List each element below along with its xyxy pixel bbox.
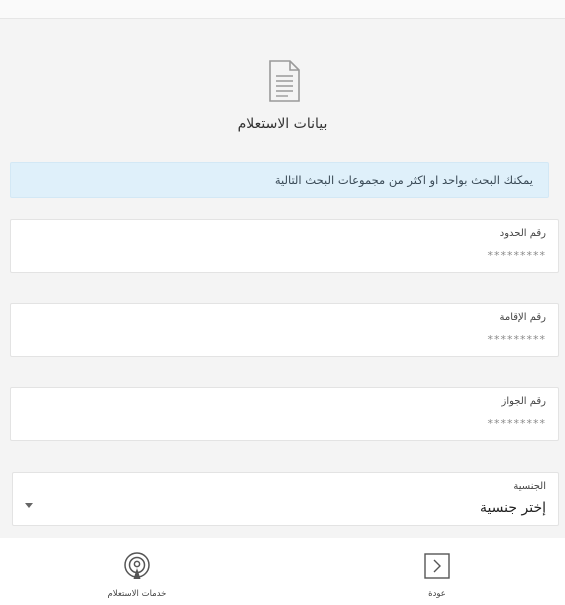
nationality-label: الجنسية [513, 481, 546, 492]
bottom-nav: خدمات الاستعلام عودة [0, 538, 565, 605]
passport-number-label: رقم الجواز [501, 396, 547, 407]
document-icon [269, 60, 300, 102]
passport-number-input[interactable] [23, 414, 546, 432]
nationality-value[interactable]: إختر جنسية [480, 500, 546, 516]
passport-number-field[interactable]: رقم الجواز [10, 387, 559, 441]
residency-number-field[interactable]: رقم الإقامة [10, 303, 559, 357]
nav-back[interactable]: عودة [392, 538, 482, 605]
border-number-label: رقم الحدود [499, 228, 546, 239]
chevron-right-icon[interactable] [423, 552, 451, 580]
border-number-input[interactable] [23, 246, 546, 264]
nationality-select[interactable]: الجنسية إختر جنسية [12, 472, 559, 526]
nav-back-label: عودة [428, 589, 446, 599]
border-number-field[interactable]: رقم الحدود [10, 219, 559, 273]
residency-number-input[interactable] [23, 330, 546, 348]
nav-inquiry-services[interactable]: خدمات الاستعلام [92, 538, 182, 605]
info-banner: يمكنك البحث بواحد او اكثر من مجموعات الب… [10, 162, 549, 198]
top-bar [0, 0, 565, 19]
broadcast-icon[interactable] [123, 552, 151, 580]
caret-down-icon[interactable] [25, 503, 33, 508]
residency-number-label: رقم الإقامة [499, 312, 546, 323]
inquiry-page: بيانات الاستعلام يمكنك البحث بواحد او اك… [0, 0, 565, 605]
page-title: بيانات الاستعلام [237, 116, 328, 132]
nav-inquiry-services-label: خدمات الاستعلام [107, 589, 167, 599]
